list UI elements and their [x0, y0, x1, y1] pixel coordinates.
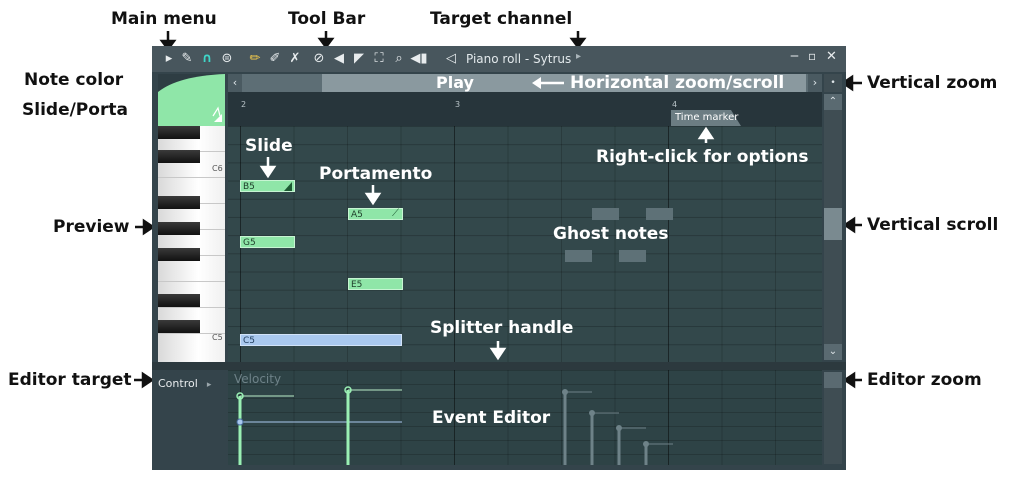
note-c5[interactable]: C5: [240, 334, 402, 346]
timeline-ruler[interactable]: 2 3 4 Time marker: [228, 92, 822, 126]
event-editor[interactable]: Velocity Event Editor: [228, 370, 822, 465]
select-icon[interactable]: ◤: [350, 50, 368, 68]
piano-keyboard-preview[interactable]: C6 C5: [158, 126, 225, 363]
annotation-right-click: Right-click for options: [596, 147, 809, 167]
horizontal-scrollbar[interactable]: Play Horizontal zoom/scroll: [242, 73, 808, 93]
mute-icon[interactable]: ⊘: [310, 50, 328, 68]
menu-arrow-icon[interactable]: ▸: [160, 50, 178, 68]
annotation-slide: Slide: [245, 136, 293, 156]
annotation-vertical-scroll: Vertical scroll: [867, 215, 999, 235]
arrow-left-icon: [532, 77, 564, 89]
annotation-preview: Preview: [53, 217, 130, 237]
close-icon[interactable]: ✕: [826, 49, 837, 64]
note-label: E5: [351, 280, 363, 290]
annotation-main-menu: Main menu: [111, 9, 217, 29]
note-grid[interactable]: B5 A5 ⟋ G5 E5 C5 Slide Portamento Ghost …: [228, 126, 822, 362]
velocity-bars: [236, 386, 673, 465]
vertical-scroll-thumb[interactable]: [824, 208, 842, 240]
note-label: B5: [243, 182, 255, 192]
paint-brush-icon[interactable]: ✐: [266, 50, 284, 68]
annotation-editor-zoom: Editor zoom: [867, 370, 982, 390]
bar-number: 3: [455, 100, 461, 109]
playback-icon[interactable]: ◀▮: [410, 50, 428, 68]
wrench-icon[interactable]: ✎: [178, 50, 196, 68]
ghost-note: [592, 208, 619, 220]
black-key[interactable]: [158, 126, 200, 139]
annotation-slide-porta: Slide/Porta: [22, 100, 128, 120]
editor-target-selector[interactable]: Control ▸: [158, 372, 225, 390]
key-label-c5: C5: [212, 333, 223, 342]
annotation-vertical-zoom: Vertical zoom: [867, 73, 998, 93]
scroll-up-button[interactable]: ⌃: [824, 94, 842, 110]
bar-number: 2: [241, 100, 247, 109]
note-label: G5: [243, 238, 256, 248]
vertical-zoom-button[interactable]: •: [824, 74, 842, 92]
editor-scrollbar[interactable]: [824, 388, 842, 464]
scroll-down-button[interactable]: ⌄: [824, 344, 842, 360]
target-channel-arrow-icon[interactable]: ▸: [576, 51, 581, 62]
annotation-portamento: Portamento: [319, 164, 433, 184]
pencil-icon[interactable]: ✏: [246, 50, 264, 68]
piano-roll-window: ▸ ✎ ∩ ⊜ ✏ ✐ ✗ ⊘ ◀ ◤ ⛶ ⌕ ◀▮ ◁ Piano roll …: [152, 46, 846, 470]
note-b5[interactable]: B5: [240, 180, 295, 192]
bar-number: 4: [672, 100, 678, 109]
portamento-flag-icon: ⟋: [392, 208, 399, 219]
splitter-handle[interactable]: [152, 362, 846, 370]
black-key[interactable]: [158, 248, 200, 261]
snap-menu-icon[interactable]: ⊜: [218, 50, 236, 68]
ghost-note: [565, 250, 592, 262]
black-key[interactable]: [158, 294, 200, 307]
black-key[interactable]: [158, 150, 200, 163]
note-g5[interactable]: G5: [240, 236, 295, 248]
annotation-splitter-handle: Splitter handle: [430, 318, 574, 338]
time-marker-label: Time marker: [675, 112, 739, 123]
black-key[interactable]: [158, 196, 200, 209]
black-key[interactable]: [158, 320, 200, 333]
annotation-note-color: Note color: [24, 70, 124, 90]
maximize-icon[interactable]: ▫: [808, 49, 816, 63]
minimize-icon[interactable]: ‒: [790, 48, 799, 64]
chevron-right-icon: ▸: [206, 380, 212, 390]
annotation-editor-target: Editor target: [8, 370, 132, 390]
annotation-ghost-notes: Ghost notes: [553, 224, 669, 244]
black-key[interactable]: [158, 222, 200, 235]
editor-zoom-button[interactable]: [824, 372, 842, 388]
speaker-icon[interactable]: ◁: [442, 50, 460, 68]
play-label: Play: [436, 73, 474, 92]
note-a5[interactable]: A5 ⟋: [348, 208, 403, 220]
zoom-select-icon[interactable]: ⛶: [370, 50, 388, 68]
zoom-icon[interactable]: ⌕: [390, 50, 408, 68]
annotation-horizontal-zoom: Horizontal zoom/scroll: [570, 73, 785, 93]
note-label: C5: [243, 336, 256, 346]
scroll-left-button[interactable]: ‹: [228, 74, 242, 92]
note-color-swatch-icon: [158, 74, 225, 126]
annotation-tool-bar: Tool Bar: [288, 9, 366, 29]
window-title[interactable]: Piano roll - Sytrus: [466, 51, 571, 67]
note-e5[interactable]: E5: [348, 278, 403, 290]
magnet-icon[interactable]: ∩: [198, 50, 216, 68]
note-color-selector[interactable]: [158, 74, 225, 126]
annotation-target-channel: Target channel: [430, 9, 573, 29]
ghost-note: [646, 208, 673, 220]
scroll-right-button[interactable]: ›: [808, 74, 822, 92]
slice-icon[interactable]: ◀: [330, 50, 348, 68]
ghost-note: [619, 250, 646, 262]
time-marker[interactable]: Time marker: [671, 110, 741, 126]
title-bar: ▸ ✎ ∩ ⊜ ✏ ✐ ✗ ⊘ ◀ ◤ ⛶ ⌕ ◀▮ ◁ Piano roll …: [152, 46, 846, 72]
slide-flag-icon: [284, 182, 292, 191]
delete-icon[interactable]: ✗: [286, 50, 304, 68]
vertical-scrollbar[interactable]: [824, 110, 842, 344]
key-label-c6: C6: [212, 164, 223, 173]
note-label: A5: [351, 210, 363, 220]
editor-target-label: Control: [158, 377, 198, 390]
